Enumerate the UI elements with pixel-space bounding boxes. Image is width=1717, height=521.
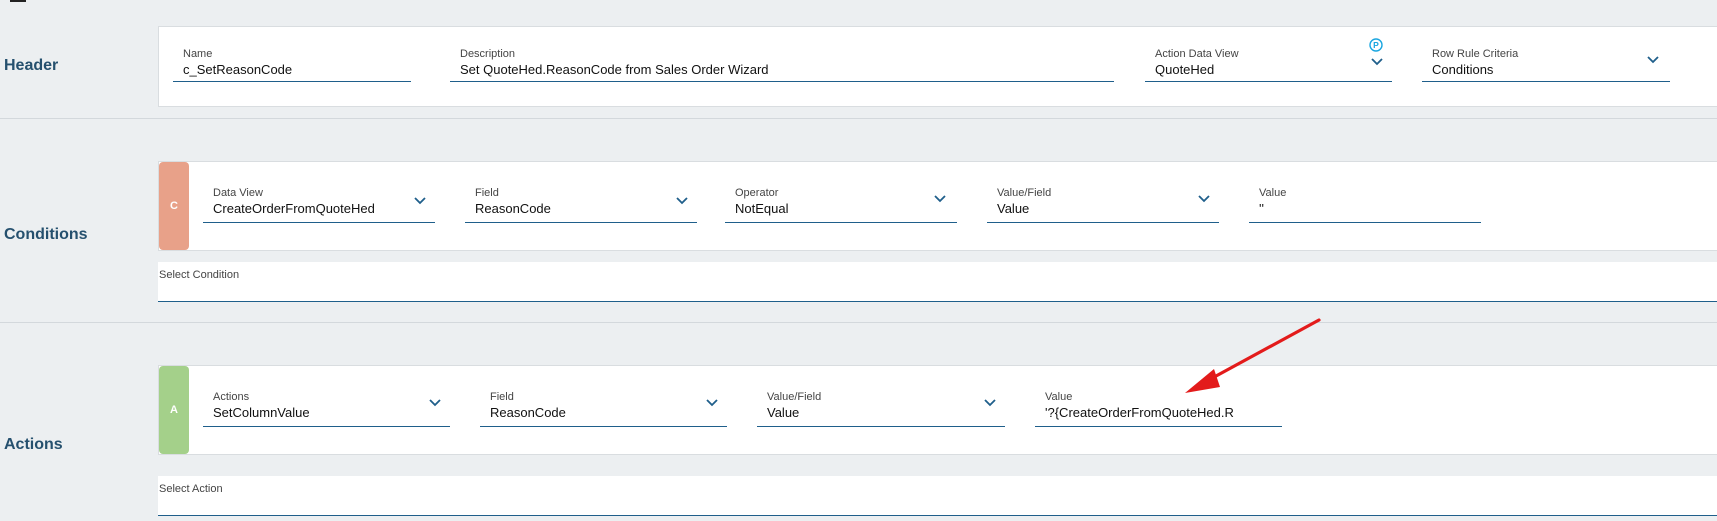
- condition-field-select[interactable]: Field ReasonCode: [465, 187, 697, 225]
- chevron-down-icon[interactable]: [675, 196, 689, 206]
- chevron-down-icon[interactable]: [1646, 55, 1660, 65]
- action-data-view-value: QuoteHed: [1155, 62, 1215, 77]
- row-rule-editor: Header Name c_SetReasonCode Description …: [0, 0, 1717, 521]
- value-value: '?{CreateOrderFromQuoteHed.R: [1045, 405, 1234, 420]
- value-field-value: Value: [997, 201, 1030, 216]
- chevron-down-icon[interactable]: [1197, 194, 1211, 204]
- row-rule-criteria-value: Conditions: [1432, 62, 1494, 77]
- description-field[interactable]: Description Set QuoteHed.ReasonCode from…: [450, 48, 1114, 84]
- section-divider: [0, 322, 1717, 323]
- value-label: Value: [1259, 187, 1287, 199]
- chevron-down-icon[interactable]: [413, 196, 427, 206]
- select-condition-label: Select Condition: [159, 269, 240, 281]
- badge-letter: P: [1373, 40, 1379, 50]
- field-value: ReasonCode: [490, 405, 566, 420]
- value-field-label: Value/Field: [767, 391, 822, 403]
- value-field-value: Value: [767, 405, 800, 420]
- name-value: c_SetReasonCode: [183, 62, 293, 77]
- header-card: Name c_SetReasonCode Description Set Quo…: [158, 26, 1717, 107]
- personalization-badge-icon[interactable]: P: [1369, 38, 1383, 52]
- action-tag[interactable]: A: [159, 366, 189, 454]
- chevron-down-icon[interactable]: [933, 194, 947, 204]
- operator-label: Operator: [735, 187, 779, 199]
- description-label: Description: [460, 48, 516, 60]
- condition-card: C Data View CreateOrderFromQuoteHed Fiel…: [158, 161, 1717, 251]
- action-type-select[interactable]: Actions SetColumnValue: [203, 391, 450, 429]
- field-value: ReasonCode: [475, 201, 551, 216]
- row-rule-criteria-select[interactable]: Row Rule Criteria Conditions: [1422, 48, 1670, 84]
- value-value: '': [1259, 201, 1264, 216]
- action-data-view-label: Action Data View: [1155, 48, 1239, 60]
- select-action-input[interactable]: Select Action: [158, 476, 1717, 516]
- header-section-label: Header: [4, 57, 59, 74]
- condition-value-input[interactable]: Value '': [1249, 187, 1481, 225]
- chevron-down-icon[interactable]: [1370, 57, 1384, 67]
- condition-tag[interactable]: C: [159, 162, 189, 250]
- actions-value: SetColumnValue: [213, 405, 310, 420]
- action-value-field-select[interactable]: Value/Field Value: [757, 391, 1005, 429]
- select-action-label: Select Action: [159, 483, 223, 495]
- chevron-down-icon[interactable]: [705, 398, 719, 408]
- conditions-section-label: Conditions: [4, 226, 88, 243]
- name-label: Name: [183, 48, 213, 60]
- value-field-label: Value/Field: [997, 187, 1052, 199]
- actions-label: Actions: [213, 391, 250, 403]
- condition-data-view-select[interactable]: Data View CreateOrderFromQuoteHed: [203, 187, 435, 225]
- data-view-label: Data View: [213, 187, 263, 199]
- select-condition-input[interactable]: Select Condition: [158, 262, 1717, 302]
- chevron-down-icon[interactable]: [428, 398, 442, 408]
- data-view-value: CreateOrderFromQuoteHed: [213, 201, 375, 216]
- field-label: Field: [490, 391, 514, 403]
- description-value: Set QuoteHed.ReasonCode from Sales Order…: [460, 62, 769, 77]
- action-field-select[interactable]: Field ReasonCode: [480, 391, 727, 429]
- condition-operator-select[interactable]: Operator NotEqual: [725, 187, 957, 225]
- field-label: Field: [475, 187, 499, 199]
- name-field[interactable]: Name c_SetReasonCode: [173, 48, 411, 84]
- action-value-input[interactable]: Value '?{CreateOrderFromQuoteHed.R: [1035, 391, 1282, 429]
- action-data-view-select[interactable]: Action Data View QuoteHed: [1145, 48, 1392, 84]
- operator-value: NotEqual: [735, 201, 789, 216]
- condition-value-field-select[interactable]: Value/Field Value: [987, 187, 1219, 225]
- action-card: A Actions SetColumnValue Field ReasonCod…: [158, 365, 1717, 455]
- actions-section-label: Actions: [4, 436, 63, 453]
- chevron-down-icon[interactable]: [983, 398, 997, 408]
- value-label: Value: [1045, 391, 1073, 403]
- section-divider: [0, 118, 1717, 119]
- menu-handle[interactable]: [10, 0, 26, 2]
- row-rule-criteria-label: Row Rule Criteria: [1432, 48, 1519, 60]
